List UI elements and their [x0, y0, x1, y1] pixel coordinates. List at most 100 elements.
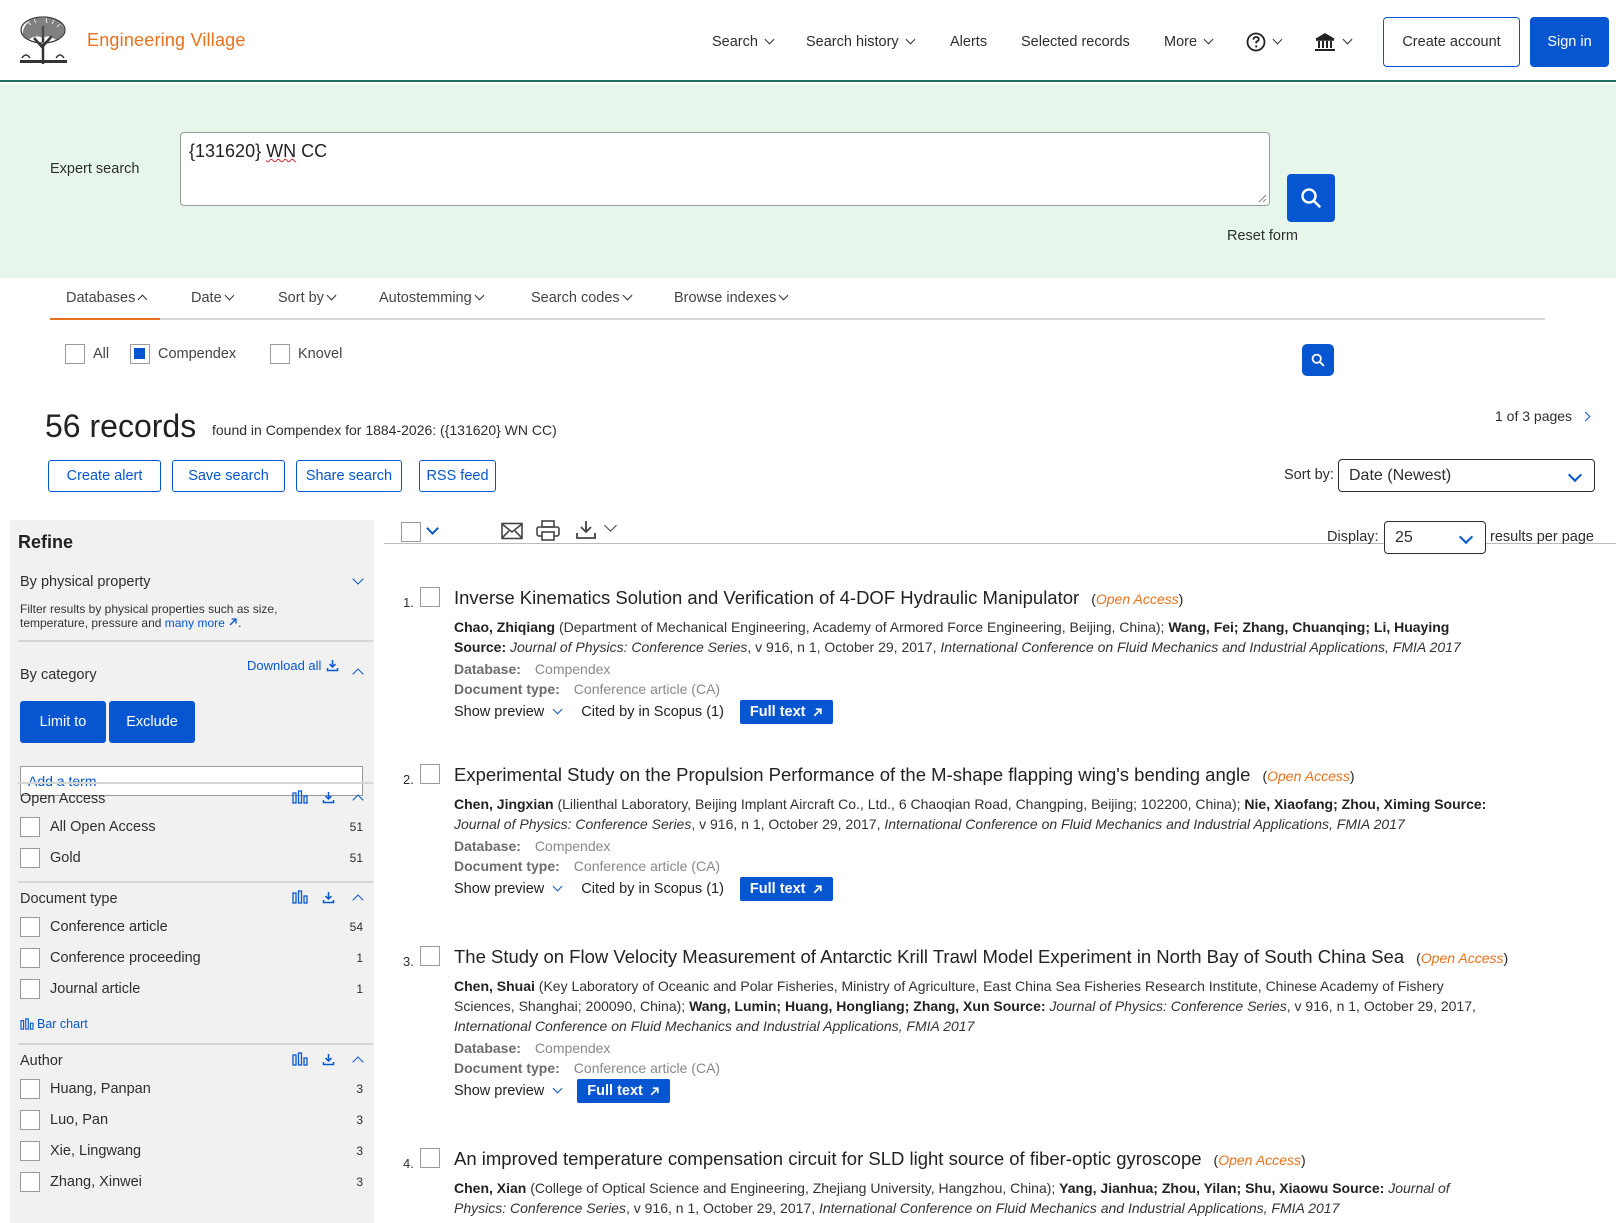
result-checkbox[interactable] [420, 587, 440, 607]
help-menu[interactable] [1246, 32, 1283, 52]
database-option-compendex[interactable]: Compendex [130, 344, 236, 364]
facet-item[interactable]: Xie, Lingwang 3 [20, 1140, 363, 1162]
chevron-up-icon[interactable] [352, 894, 364, 906]
limit-to-button[interactable]: Limit to [20, 701, 106, 743]
result-checkbox[interactable] [420, 1148, 440, 1168]
first-author[interactable]: Chen, Jingxian [454, 796, 554, 812]
chevron-up-icon[interactable] [352, 794, 364, 806]
bar-chart-icon[interactable] [292, 790, 308, 804]
nav-search-history[interactable]: Search history [806, 34, 916, 50]
select-all-checkbox[interactable] [401, 522, 421, 542]
show-preview-toggle[interactable]: Show preview [454, 1083, 563, 1099]
facet-item[interactable]: Huang, Panpan 3 [20, 1078, 363, 1100]
nav-search[interactable]: Search [712, 34, 775, 50]
search-button[interactable] [1287, 174, 1335, 222]
institution-menu[interactable] [1314, 32, 1353, 52]
resize-handle-icon[interactable] [1257, 193, 1267, 203]
chevron-down-icon[interactable] [604, 519, 617, 532]
other-authors[interactable]: Yang, Jianhua; Zhou, Yilan; Shu, Xiaowu [1059, 1180, 1328, 1196]
checkbox[interactable] [20, 1110, 40, 1130]
checkbox[interactable] [20, 979, 40, 999]
checkbox[interactable] [270, 344, 290, 364]
full-text-button[interactable]: Full text [739, 877, 833, 901]
facet-item[interactable]: Zhang, Xinwei 3 [20, 1171, 363, 1193]
download-all-link[interactable]: Download all [247, 658, 339, 673]
reset-form-link[interactable]: Reset form [1227, 228, 1298, 244]
rss-feed-button[interactable]: RSS feed [419, 460, 496, 492]
tab-browse-indexes[interactable]: Browse indexes [674, 290, 789, 306]
full-text-button[interactable]: Full text [577, 1079, 670, 1103]
create-account-button[interactable]: Create account [1383, 17, 1520, 67]
chevron-down-icon[interactable] [426, 522, 439, 535]
other-authors[interactable]: Wang, Fei; Zhang, Chuanqing; Li, Huaying [1168, 619, 1449, 635]
checkbox[interactable] [20, 848, 40, 868]
facet-item[interactable]: Conference article 54 [20, 916, 363, 938]
bar-chart-link[interactable]: Bar chart [20, 1017, 88, 1031]
bar-chart-icon[interactable] [292, 890, 308, 904]
expert-search-input[interactable]: {131620} WN CC [180, 132, 1270, 206]
chevron-up-icon[interactable] [352, 668, 364, 680]
cited-by-link[interactable]: Cited by in Scopus (1) [581, 881, 724, 897]
result-title[interactable]: Inverse Kinematics Solution and Verifica… [454, 587, 1183, 609]
chevron-right-icon[interactable] [1580, 411, 1591, 421]
checkbox-checked[interactable] [130, 344, 150, 364]
facet-item[interactable]: Journal article 1 [20, 978, 363, 1000]
create-alert-button[interactable]: Create alert [48, 460, 161, 492]
tab-databases[interactable]: Databases [49, 290, 161, 320]
facet-item[interactable]: Luo, Pan 3 [20, 1109, 363, 1131]
many-more-link[interactable]: many more [165, 616, 225, 630]
print-icon[interactable] [536, 520, 560, 542]
chevron-up-icon[interactable] [352, 1056, 364, 1068]
other-authors[interactable]: Nie, Xiaofang; Zhou, Ximing [1244, 796, 1430, 812]
result-title[interactable]: The Study on Flow Velocity Measurement o… [454, 946, 1508, 968]
result-title[interactable]: An improved temperature compensation cir… [454, 1148, 1306, 1170]
tab-search-codes[interactable]: Search codes [531, 290, 633, 306]
download-icon[interactable] [575, 520, 597, 540]
result-title[interactable]: Experimental Study on the Propulsion Per… [454, 764, 1355, 786]
checkbox[interactable] [65, 344, 85, 364]
chevron-down-icon[interactable] [352, 573, 364, 585]
tab-autostemming[interactable]: Autostemming [379, 290, 485, 306]
tab-date[interactable]: Date [191, 290, 235, 306]
first-author[interactable]: Chen, Shuai [454, 978, 535, 994]
share-search-button[interactable]: Share search [296, 460, 402, 492]
show-preview-toggle[interactable]: Show preview [454, 704, 563, 720]
nav-more[interactable]: More [1164, 34, 1214, 50]
first-author[interactable]: Chao, Zhiqiang [454, 619, 555, 635]
physical-property-heading[interactable]: By physical property [20, 574, 151, 590]
exclude-button[interactable]: Exclude [109, 701, 195, 743]
download-icon[interactable] [322, 791, 335, 804]
checkbox[interactable] [20, 948, 40, 968]
results-per-page-select[interactable]: 25 [1384, 521, 1486, 554]
facet-item[interactable]: Conference proceeding 1 [20, 947, 363, 969]
bar-chart-icon[interactable] [292, 1052, 308, 1066]
save-search-button[interactable]: Save search [172, 460, 285, 492]
checkbox[interactable] [20, 1079, 40, 1099]
sign-in-button[interactable]: Sign in [1530, 17, 1609, 67]
database-search-button[interactable] [1302, 344, 1334, 376]
email-icon[interactable] [501, 522, 523, 540]
brand-name[interactable]: Engineering Village [87, 30, 246, 51]
first-author[interactable]: Chen, Xian [454, 1180, 526, 1196]
facet-item[interactable]: Gold 51 [20, 847, 363, 869]
download-icon[interactable] [322, 891, 335, 904]
download-icon[interactable] [322, 1053, 335, 1066]
sort-select[interactable]: Date (Newest) [1338, 459, 1595, 492]
facet-item[interactable]: All Open Access 51 [20, 816, 363, 838]
tab-sort-by[interactable]: Sort by [278, 290, 337, 306]
result-checkbox[interactable] [420, 946, 440, 966]
checkbox[interactable] [20, 1172, 40, 1192]
database-option-knovel[interactable]: Knovel [270, 344, 342, 364]
checkbox[interactable] [20, 917, 40, 937]
nav-selected-records[interactable]: Selected records [1021, 34, 1130, 50]
nav-alerts[interactable]: Alerts [950, 34, 987, 50]
database-option-all[interactable]: All [65, 344, 109, 364]
pagination[interactable]: 1 of 3 pages [1495, 408, 1591, 424]
full-text-button[interactable]: Full text [739, 700, 833, 724]
result-checkbox[interactable] [420, 764, 440, 784]
elsevier-tree-logo[interactable] [16, 14, 71, 66]
show-preview-toggle[interactable]: Show preview [454, 881, 563, 897]
checkbox[interactable] [20, 817, 40, 837]
other-authors[interactable]: Wang, Lumin; Huang, Hongliang; Zhang, Xu… [689, 998, 989, 1014]
cited-by-link[interactable]: Cited by in Scopus (1) [581, 704, 724, 720]
